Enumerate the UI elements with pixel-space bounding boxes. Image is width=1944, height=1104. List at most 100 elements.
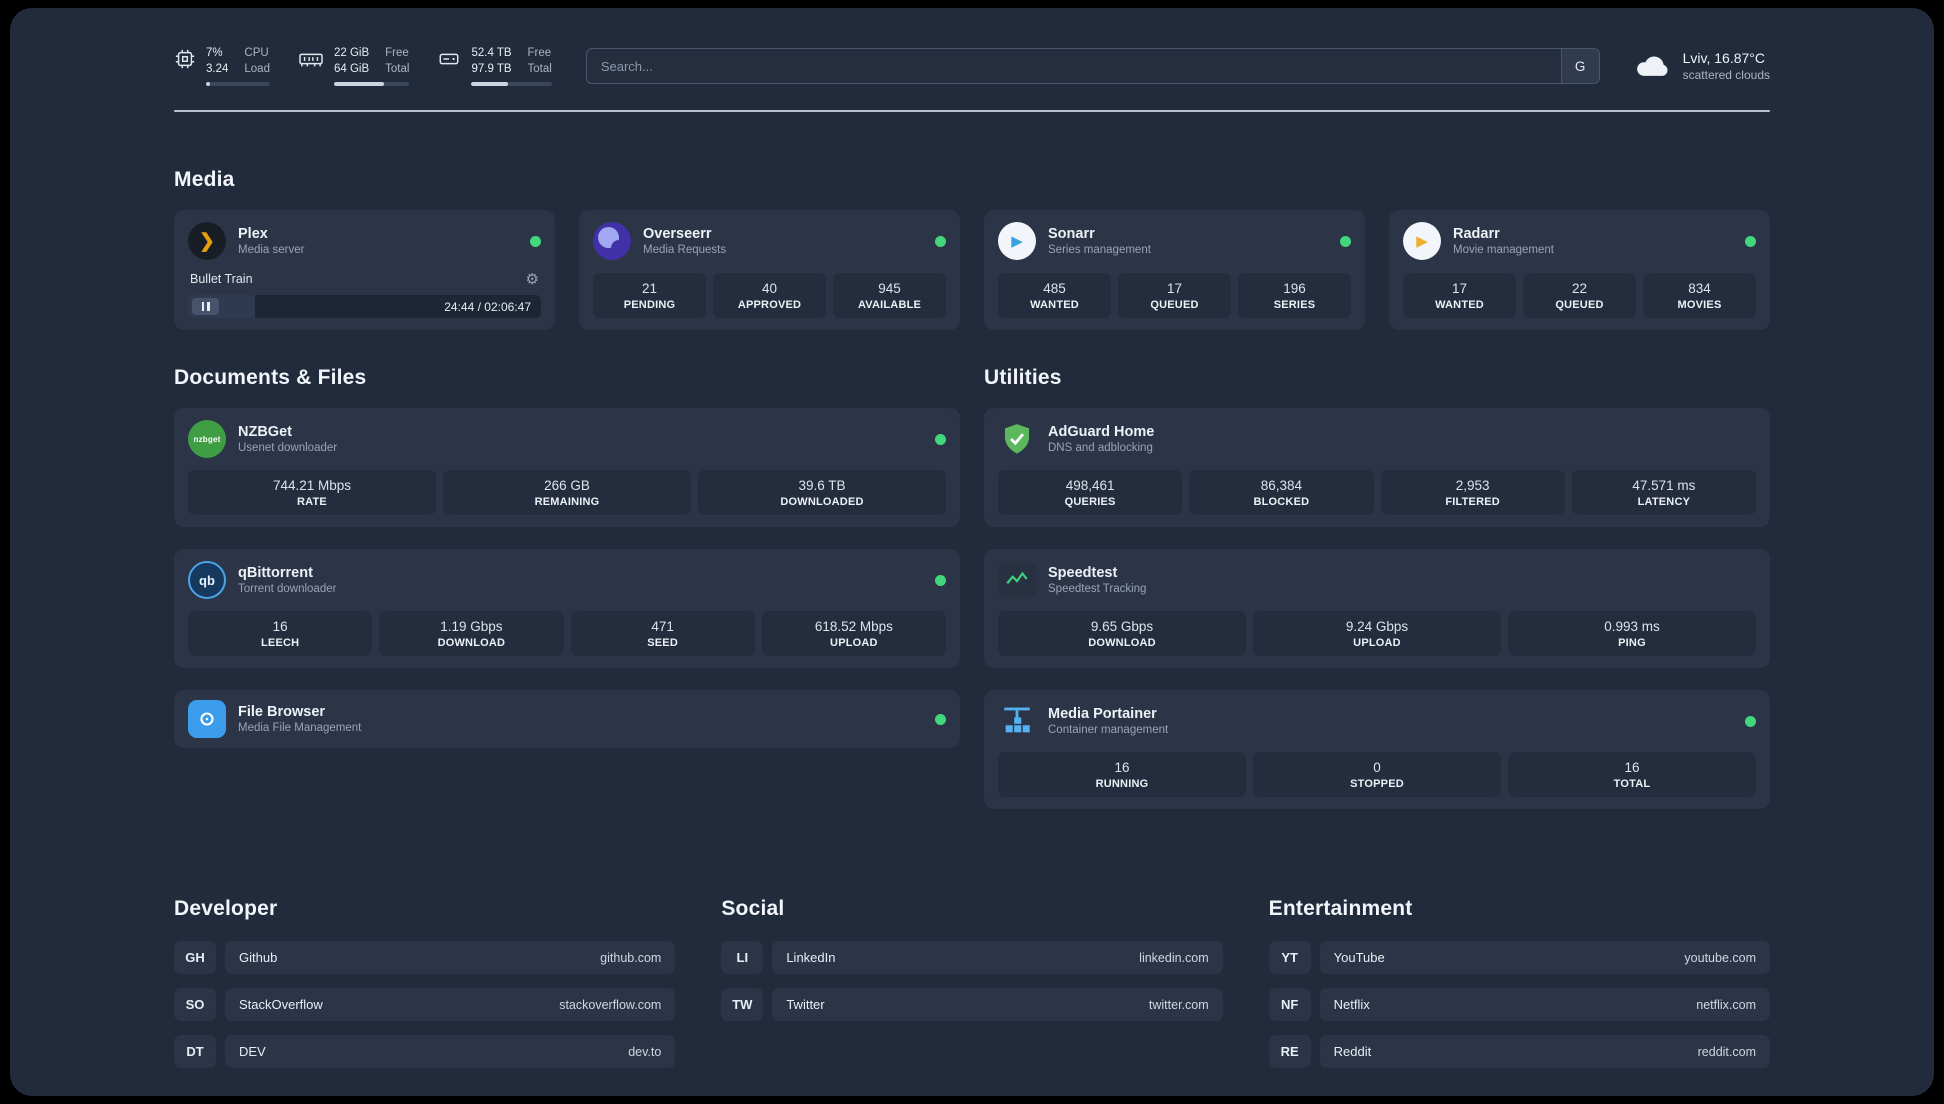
status-dot	[1745, 235, 1756, 247]
cpu-label-2: Load	[244, 62, 270, 75]
section-title-entertainment: Entertainment	[1268, 897, 1413, 921]
ram-icon	[298, 48, 324, 70]
app-card-filebrowser[interactable]: File Browser Media File Management	[174, 690, 960, 749]
stat-tile: 0.993 ms PING	[1508, 611, 1756, 657]
app-card-nzbget[interactable]: nzbget NZBGet Usenet downloader 744.21 M…	[174, 408, 960, 528]
bookmark-name: DEV	[239, 1044, 266, 1060]
app-subtitle: Media File Management	[238, 722, 362, 735]
app-subtitle: Media Requests	[643, 244, 727, 257]
bookmark-abbr: LI	[721, 941, 764, 975]
stat-tile: 618.52 Mbps UPLOAD	[761, 611, 946, 657]
status-dot	[1745, 715, 1756, 727]
section-title-utilities: Utilities	[984, 366, 1062, 390]
bookmark-url: dev.to	[628, 1044, 662, 1059]
bookmark-url: reddit.com	[1697, 1044, 1756, 1059]
search-engine-button[interactable]: G	[1560, 49, 1599, 84]
stat-tile: 945 AVAILABLE	[833, 273, 946, 319]
playback-progressbar[interactable]: 24:44 / 02:06:47	[188, 295, 541, 319]
search-bar: G	[585, 48, 1600, 85]
stat-tile: 0 STOPPED	[1253, 752, 1501, 798]
bookmark-dev[interactable]: DT DEV dev.to	[174, 1035, 676, 1069]
app-subtitle: Movie management	[1453, 244, 1554, 257]
app-card-radarr[interactable]: ▶ Radarr Movie management 17 WANTED 22 QUE…	[1389, 210, 1770, 331]
bookmark-stackoverflow[interactable]: SO StackOverflow stackoverflow.com	[174, 988, 676, 1022]
bookmark-reddit[interactable]: RE Reddit reddit.com	[1268, 1035, 1770, 1069]
bookmark-group-developer: Developer GH Github github.com SO StackOv…	[174, 897, 676, 1082]
section-title-developer: Developer	[174, 897, 278, 921]
section-title-media: Media	[174, 168, 235, 192]
stat-tile: 16 LEECH	[188, 611, 373, 657]
disk-free-value: 52.4 TB	[471, 47, 512, 59]
plex-icon: ❯	[188, 222, 226, 261]
ram-total-value: 64 GiB	[333, 62, 370, 75]
bookmark-name: Twitter	[786, 997, 825, 1013]
playback-time: 24:44 / 02:06:47	[444, 299, 531, 314]
app-name: Media Portainer	[1048, 706, 1157, 723]
bookmark-linkedin[interactable]: LI LinkedIn linkedin.com	[721, 941, 1223, 975]
app-subtitle: Speedtest Tracking	[1048, 583, 1147, 596]
bookmark-name: YouTube	[1333, 950, 1385, 966]
section-title-documents: Documents & Files	[174, 366, 367, 390]
stat-tile: 9.24 Gbps UPLOAD	[1253, 611, 1501, 657]
disk-icon	[437, 48, 461, 70]
bookmark-abbr: SO	[174, 988, 216, 1022]
bookmark-name: LinkedIn	[786, 950, 836, 966]
bookmark-url: netflix.com	[1696, 997, 1756, 1012]
cpu-percent: 7%	[206, 47, 223, 59]
bookmark-abbr: RE	[1268, 1035, 1311, 1069]
stat-tile: 16 TOTAL	[1508, 752, 1756, 798]
pause-button[interactable]	[192, 298, 219, 316]
stat-tile: 21 PENDING	[593, 273, 706, 319]
cpu-label: CPU	[244, 47, 269, 59]
search-input[interactable]	[586, 49, 1561, 84]
app-name: Overseerr	[643, 226, 712, 243]
bookmark-name: Github	[239, 950, 278, 966]
app-subtitle: DNS and adblocking	[1048, 442, 1153, 455]
status-dot	[1340, 235, 1351, 247]
bookmark-abbr: DT	[174, 1035, 216, 1069]
ram-progressbar	[333, 82, 410, 87]
weather-location: Lviv, 16.87°C	[1682, 50, 1765, 67]
stat-tile: 17 QUEUED	[1118, 273, 1231, 319]
bookmark-abbr: TW	[721, 988, 764, 1022]
memory-widget: 22 GiB 64 GiB Free Total	[298, 46, 410, 87]
app-name: AdGuard Home	[1048, 424, 1155, 441]
disk-total-label: Total	[527, 62, 552, 75]
bookmark-name: Netflix	[1333, 997, 1370, 1013]
stat-tile: 39.6 TB DOWNLOADED	[698, 470, 946, 516]
filebrowser-icon	[188, 700, 226, 739]
bookmark-youtube[interactable]: YT YouTube youtube.com	[1268, 941, 1770, 975]
app-card-speedtest[interactable]: Speedtest Speedtest Tracking 9.65 Gbps DO…	[984, 549, 1770, 669]
cpu-widget: 7% 3.24 CPU Load	[174, 46, 270, 87]
app-card-qbittorrent[interactable]: qb qBittorrent Torrent downloader 16 LEEC…	[174, 549, 960, 669]
app-card-overseerr[interactable]: Overseerr Media Requests 21 PENDING 40 APP…	[579, 210, 960, 331]
stat-tile: 498,461 QUERIES	[998, 470, 1183, 516]
bookmark-url: linkedin.com	[1139, 950, 1209, 965]
bookmark-twitter[interactable]: TW Twitter twitter.com	[721, 988, 1223, 1022]
stat-tile: 744.21 Mbps RATE	[188, 470, 436, 516]
speedtest-icon	[998, 561, 1036, 600]
app-name: NZBGet	[238, 424, 292, 441]
qbittorrent-icon: qb	[188, 561, 226, 600]
app-card-sonarr[interactable]: ▶ Sonarr Series management 485 WANTED 17 Q…	[984, 210, 1365, 331]
sonarr-icon: ▶	[998, 222, 1036, 261]
cpu-progressbar	[206, 82, 270, 87]
ram-free-value: 22 GiB	[333, 47, 370, 59]
cpu-load-value: 3.24	[206, 62, 229, 75]
topbar-divider	[174, 110, 1770, 113]
disk-total-value: 97.9 TB	[471, 62, 512, 75]
gear-icon[interactable]: ⚙	[526, 270, 539, 288]
overseerr-icon	[593, 222, 631, 261]
app-card-portainer[interactable]: Media Portainer Container management 16 R…	[984, 690, 1770, 810]
app-card-plex[interactable]: ❯ Plex Media server Bullet Train ⚙ 24:44…	[174, 210, 555, 331]
now-playing-title: Bullet Train	[190, 272, 253, 287]
app-card-adguard[interactable]: AdGuard Home DNS and adblocking 498,461 Q…	[984, 408, 1770, 528]
bookmark-group-social: Social LI LinkedIn linkedin.com TW Twitte…	[721, 897, 1223, 1082]
bookmark-github[interactable]: GH Github github.com	[174, 941, 676, 975]
dashboard-panel: 7% 3.24 CPU Load 22 GiB 64 GiB Free Tota…	[10, 8, 1934, 1096]
status-dot	[530, 235, 541, 247]
stat-tile: 16 RUNNING	[998, 752, 1246, 798]
disk-free-label: Free	[527, 47, 552, 59]
bookmark-netflix[interactable]: NF Netflix netflix.com	[1268, 988, 1770, 1022]
app-name: Speedtest	[1048, 565, 1118, 582]
